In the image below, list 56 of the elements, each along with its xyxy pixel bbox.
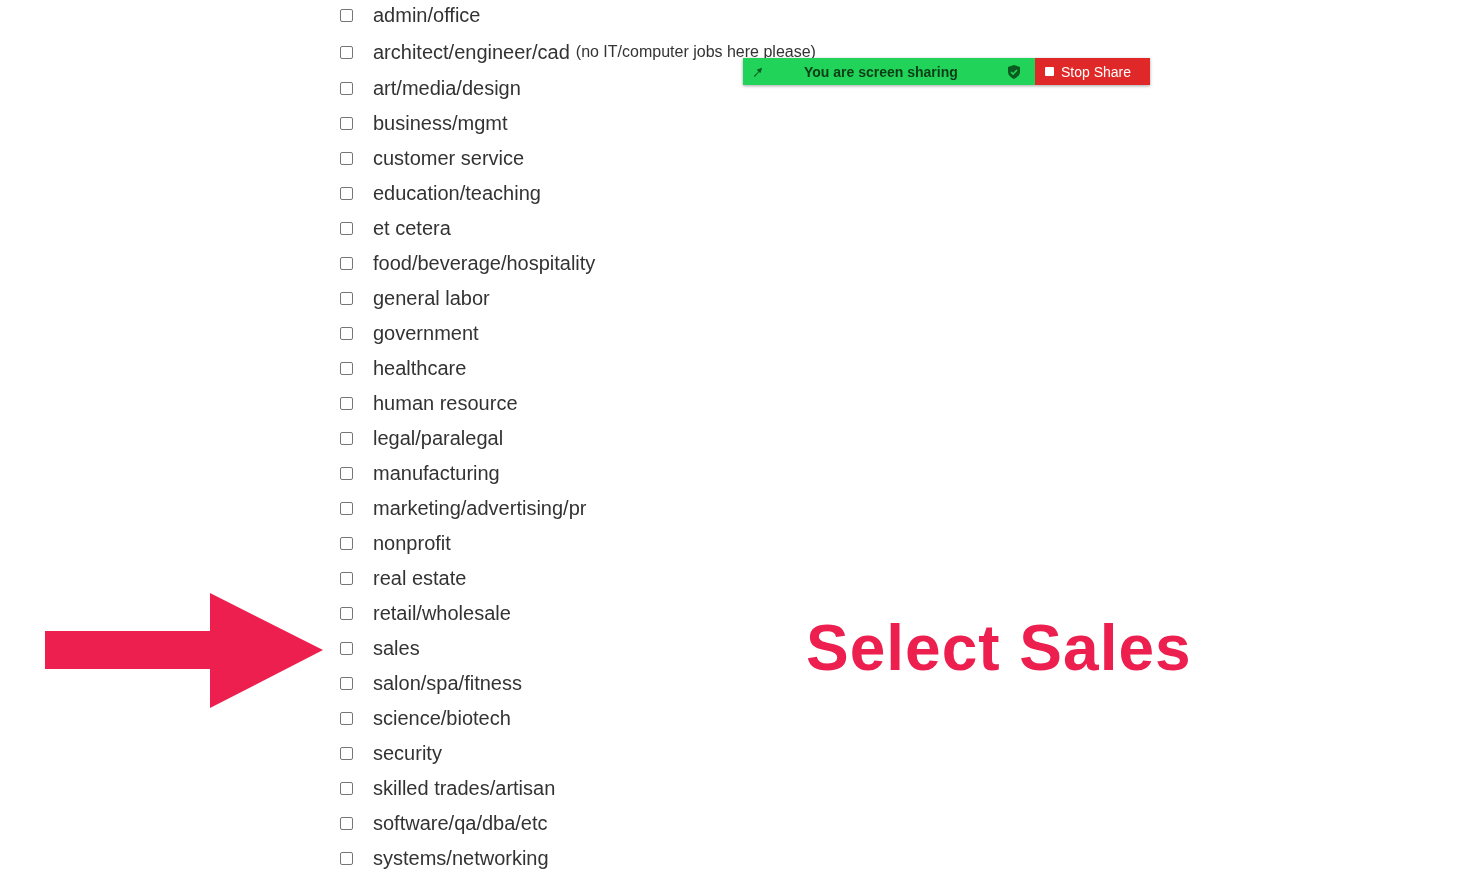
- category-label: general labor: [373, 287, 490, 310]
- checkbox[interactable]: [340, 852, 353, 865]
- checkbox[interactable]: [340, 327, 353, 340]
- category-label: legal/paralegal: [373, 427, 504, 450]
- category-label: science/biotech: [373, 707, 511, 730]
- checkbox[interactable]: [340, 152, 353, 165]
- category-label: systems/networking: [373, 847, 549, 870]
- checkbox[interactable]: [340, 572, 353, 585]
- arrow-icon: [753, 66, 764, 77]
- category-label: software/qa/dba/etc: [373, 812, 548, 835]
- checkbox[interactable]: [340, 187, 353, 200]
- category-label: art/media/design: [373, 77, 521, 100]
- category-label: human resource: [373, 392, 518, 415]
- shield-icon: [1008, 64, 1020, 79]
- checkbox[interactable]: [340, 537, 353, 550]
- checkbox[interactable]: [340, 222, 353, 235]
- share-status-text: You are screen sharing: [804, 63, 959, 80]
- category-label: nonprofit: [373, 532, 451, 555]
- checkbox[interactable]: [340, 82, 353, 95]
- category-label: healthcare: [373, 357, 467, 380]
- checkbox[interactable]: [340, 45, 353, 59]
- checkbox[interactable]: [340, 292, 353, 305]
- category-label: security: [373, 742, 442, 765]
- checkbox[interactable]: [340, 117, 353, 130]
- annotation-text: Select Sales: [806, 611, 1192, 685]
- category-label: education/teaching: [373, 182, 541, 205]
- checkbox[interactable]: [340, 607, 353, 620]
- checkbox[interactable]: [340, 677, 353, 690]
- checkbox[interactable]: [340, 747, 353, 760]
- category-label: manufacturing: [373, 462, 500, 485]
- category-note: (no IT/computer jobs here please): [575, 43, 816, 61]
- checkbox[interactable]: [340, 712, 353, 725]
- category-label: customer service: [373, 147, 525, 170]
- category-label: sales: [373, 637, 420, 660]
- category-label: marketing/advertising/pr: [373, 497, 587, 520]
- category-label: architect/engineer/cad: [373, 40, 570, 64]
- category-label: et cetera: [373, 217, 451, 240]
- checkbox[interactable]: [340, 502, 353, 515]
- checkbox[interactable]: [340, 397, 353, 410]
- category-label: government: [373, 322, 479, 345]
- category-label: admin/office: [373, 4, 481, 27]
- checkbox[interactable]: [340, 432, 353, 445]
- checkbox[interactable]: [340, 9, 353, 22]
- checkbox[interactable]: [340, 362, 353, 375]
- category-label: skilled trades/artisan: [373, 777, 556, 800]
- category-label: retail/wholesale: [373, 602, 511, 625]
- stop-share-button[interactable]: Stop Share: [1035, 58, 1150, 85]
- category-label: real estate: [373, 567, 467, 590]
- category-label: food/beverage/hospitality: [373, 252, 596, 275]
- checkbox[interactable]: [340, 467, 353, 480]
- checkbox[interactable]: [340, 782, 353, 795]
- category-label: business/mgmt: [373, 112, 508, 135]
- checkbox[interactable]: [340, 817, 353, 830]
- checkbox[interactable]: [340, 642, 353, 655]
- category-label: salon/spa/fitness: [373, 672, 522, 695]
- checkbox[interactable]: [340, 257, 353, 270]
